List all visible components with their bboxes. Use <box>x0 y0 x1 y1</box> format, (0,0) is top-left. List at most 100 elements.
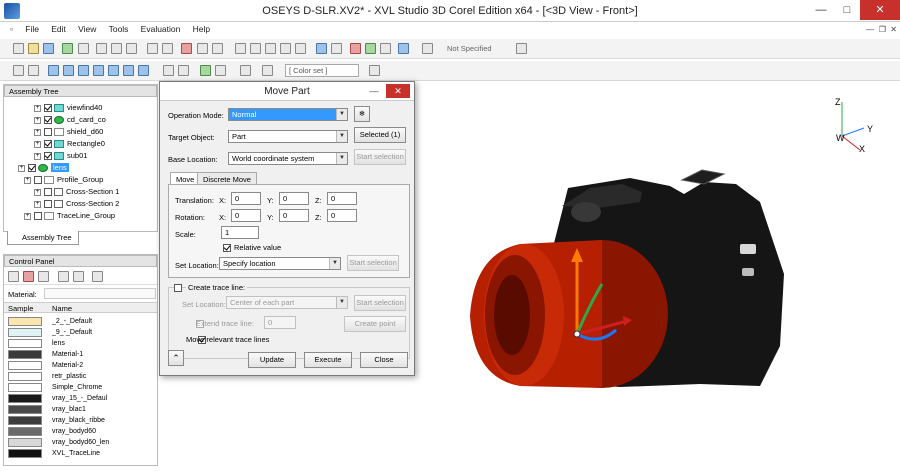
copy-icon[interactable] <box>111 43 122 54</box>
translation-y-input[interactable]: 0 <box>279 192 309 205</box>
import-icon[interactable] <box>62 43 73 54</box>
open-icon[interactable] <box>28 43 39 54</box>
box-view-7-icon[interactable] <box>138 65 149 76</box>
material-row[interactable]: lens <box>8 338 160 349</box>
select-icon[interactable] <box>398 43 409 54</box>
translation-z-input[interactable]: 0 <box>327 192 357 205</box>
expand-icon[interactable] <box>28 65 39 76</box>
menu-view[interactable]: View <box>73 22 101 36</box>
display-mode-icon[interactable] <box>240 65 251 76</box>
set-location-start-selection-button[interactable]: Start selection <box>347 255 399 271</box>
material-clear-icon[interactable] <box>73 271 84 282</box>
box-view-4-icon[interactable] <box>93 65 104 76</box>
material-row[interactable]: Material-1 <box>8 349 160 360</box>
tree-item[interactable]: + lens <box>18 162 69 174</box>
material-field[interactable] <box>44 288 156 299</box>
material-row[interactable]: retr_plastic <box>8 371 160 382</box>
mdi-minimize-icon[interactable]: — <box>866 25 874 34</box>
expand-icon[interactable]: + <box>18 164 25 172</box>
menu-evaluation[interactable]: Evaluation <box>136 22 186 36</box>
expand-icon[interactable]: + <box>24 212 31 220</box>
spec-combo[interactable]: Not Specified <box>447 44 492 53</box>
material-options-icon[interactable] <box>92 271 103 282</box>
menu-tools[interactable]: Tools <box>104 22 134 36</box>
material-new-icon[interactable] <box>8 271 19 282</box>
expand-icon[interactable]: + <box>34 128 41 136</box>
base-start-selection-button[interactable]: Start selection <box>354 149 406 165</box>
shading-icon[interactable] <box>215 65 226 76</box>
zoom-window-icon[interactable] <box>280 43 291 54</box>
monitor-icon[interactable] <box>369 65 380 76</box>
tree-item[interactable]: + TraceLine_Group <box>24 210 115 222</box>
undo-icon[interactable] <box>147 43 158 54</box>
trace-start-selection-button[interactable]: Start selection <box>354 295 406 311</box>
operation-options-button[interactable]: ❄ <box>354 106 370 122</box>
rotation-y-input[interactable]: 0 <box>279 209 309 222</box>
rotate-icon[interactable] <box>250 43 261 54</box>
tree-item[interactable]: + shield_d60 <box>34 126 103 138</box>
redo-icon[interactable] <box>162 43 173 54</box>
tree-item[interactable]: + Profile_Group <box>24 174 103 186</box>
measure-icon[interactable] <box>331 43 342 54</box>
window-icon[interactable] <box>212 43 223 54</box>
target-object-combo[interactable]: Part ▼ <box>228 130 348 143</box>
view-icon[interactable] <box>181 43 192 54</box>
extend-trace-line-input[interactable]: 0 <box>264 316 296 329</box>
visibility-checkbox[interactable] <box>44 104 52 113</box>
mdi-restore-icon[interactable]: ❐ <box>879 25 886 34</box>
visibility-checkbox[interactable] <box>44 200 52 209</box>
edit-icon[interactable] <box>380 43 391 54</box>
zoom-icon[interactable] <box>265 43 276 54</box>
binoculars-icon[interactable] <box>316 43 327 54</box>
paint-icon[interactable] <box>422 43 433 54</box>
material-row[interactable]: vray_bodyd60 <box>8 426 160 437</box>
color-set-combo[interactable]: [ Color set ] <box>285 64 359 77</box>
material-delete-icon[interactable] <box>23 271 34 282</box>
operation-mode-combo[interactable]: Normal ▼ <box>228 108 348 121</box>
visibility-checkbox[interactable] <box>44 116 52 125</box>
material-row[interactable]: _2_-_Default <box>8 316 160 327</box>
set-location-combo[interactable]: Specify location ▼ <box>219 257 341 270</box>
material-row[interactable]: _9_-_Default <box>8 327 160 338</box>
visibility-checkbox[interactable] <box>34 176 42 185</box>
minimize-button[interactable]: — <box>808 0 834 20</box>
expand-icon[interactable]: + <box>34 152 41 160</box>
close-window-button[interactable]: ✕ <box>860 0 900 20</box>
cut-icon[interactable] <box>96 43 107 54</box>
material-row[interactable]: vray_black_ribbe <box>8 415 160 426</box>
material-row[interactable]: vray_bodyd60_len <box>8 437 160 448</box>
create-trace-line-checkbox[interactable] <box>174 283 182 292</box>
pick-icon[interactable] <box>365 43 376 54</box>
dialog-minimize-button[interactable]: — <box>365 84 383 98</box>
grid-icon[interactable] <box>197 43 208 54</box>
material-row[interactable]: Simple_Chrome <box>8 382 160 393</box>
execute-button[interactable]: Execute <box>304 352 352 368</box>
selected-button[interactable]: Selected (1) <box>354 127 406 143</box>
menu-edit[interactable]: Edit <box>46 22 71 36</box>
create-point-button[interactable]: Create point <box>344 316 406 332</box>
dialog-close-x-button[interactable]: ✕ <box>386 84 410 98</box>
expand-icon[interactable]: + <box>24 176 31 184</box>
relative-value-checkbox[interactable] <box>223 243 231 252</box>
tree-item[interactable]: + Rectangle0 <box>34 138 105 150</box>
paste-icon[interactable] <box>126 43 137 54</box>
translation-x-input[interactable]: 0 <box>231 192 261 205</box>
print-icon[interactable] <box>78 43 89 54</box>
material-row[interactable]: vray_blac1 <box>8 404 160 415</box>
move-icon[interactable] <box>516 43 527 54</box>
menu-file[interactable]: File <box>20 22 44 36</box>
material-row[interactable]: Material-2 <box>8 360 160 371</box>
plane-icon[interactable] <box>178 65 189 76</box>
update-button[interactable]: Update <box>248 352 296 368</box>
visibility-checkbox[interactable] <box>44 152 52 161</box>
close-button[interactable]: Close <box>360 352 408 368</box>
pan-icon[interactable] <box>235 43 246 54</box>
tree-item[interactable]: + sub01 <box>34 150 87 162</box>
box-view-6-icon[interactable] <box>123 65 134 76</box>
3d-viewport[interactable]: Z Y W X <box>340 84 900 469</box>
scale-input[interactable]: 1 <box>221 226 259 239</box>
expand-icon[interactable]: + <box>34 188 41 196</box>
new-icon[interactable] <box>13 43 24 54</box>
material-row[interactable]: XVL_TraceLine <box>8 448 160 459</box>
visibility-checkbox[interactable] <box>44 140 52 149</box>
